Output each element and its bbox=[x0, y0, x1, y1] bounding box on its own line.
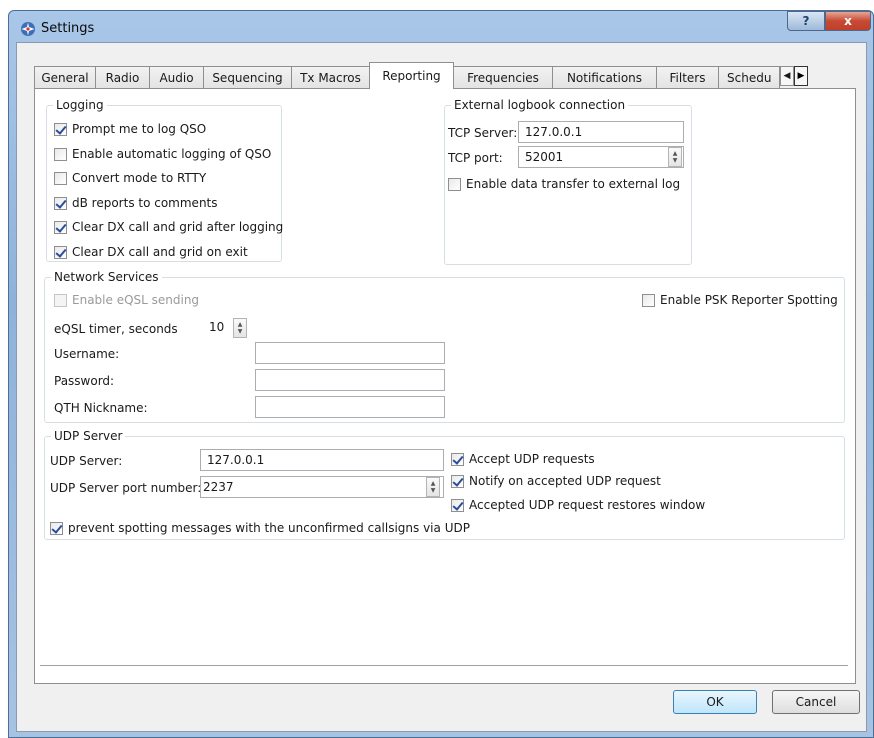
eqsl-sending-checkbox: Enable eQSL sending bbox=[54, 291, 199, 309]
enable-transfer-checkbox[interactable]: Enable data transfer to external log bbox=[448, 175, 680, 193]
help-button[interactable]: ? bbox=[787, 11, 825, 31]
tab-notifications[interactable]: Notifications bbox=[552, 66, 657, 88]
settings-gear-icon bbox=[21, 22, 35, 36]
checkbox-box[interactable] bbox=[54, 245, 67, 259]
eqsl-timer-input[interactable]: 10 bbox=[205, 317, 255, 339]
checkbox-box[interactable] bbox=[54, 122, 67, 136]
arrow-down-icon[interactable]: ▼ bbox=[431, 487, 436, 494]
udp-server-input[interactable]: 127.0.0.1 bbox=[200, 449, 444, 471]
close-button[interactable]: x bbox=[825, 11, 871, 31]
window-title: Settings bbox=[41, 21, 95, 36]
tab-radio[interactable]: Radio bbox=[95, 66, 150, 88]
checkbox-label: Convert mode to RTTY bbox=[72, 171, 207, 185]
checkbox-box[interactable] bbox=[451, 498, 464, 512]
tab-audio[interactable]: Audio bbox=[149, 66, 204, 88]
checkbox-label: Accepted UDP request restores window bbox=[469, 498, 706, 512]
tab-tx-macros[interactable]: Tx Macros bbox=[291, 66, 370, 88]
restore-window-checkbox[interactable]: Accepted UDP request restores window bbox=[451, 496, 705, 514]
checkbox-label: Accept UDP requests bbox=[469, 452, 595, 466]
help-icon: ? bbox=[802, 14, 810, 28]
udp-port-label: UDP Server port number: bbox=[50, 481, 202, 495]
db-reports-checkbox[interactable]: dB reports to comments bbox=[54, 194, 218, 212]
arrow-down-icon[interactable]: ▼ bbox=[673, 157, 678, 164]
tcp-port-spinner[interactable]: ▲ ▼ bbox=[668, 147, 682, 167]
checkbox-label: Clear DX call and grid after logging bbox=[72, 220, 284, 234]
tab-sequencing[interactable]: Sequencing bbox=[203, 66, 292, 88]
qth-nickname-input[interactable] bbox=[255, 396, 445, 418]
arrow-up-icon[interactable]: ▲ bbox=[673, 150, 678, 157]
checkbox-label: Notify on accepted UDP request bbox=[469, 474, 661, 488]
title-bar[interactable]: Settings ? x bbox=[9, 11, 873, 45]
prevent-spotting-checkbox[interactable]: prevent spotting messages with the uncon… bbox=[50, 519, 470, 537]
checkbox-label: Enable data transfer to external log bbox=[466, 177, 681, 191]
checkbox-label: Enable PSK Reporter Spotting bbox=[660, 293, 838, 307]
tcp-port-input[interactable]: 52001 bbox=[518, 146, 684, 168]
logging-group-title: Logging bbox=[53, 97, 107, 113]
udp-server-title: UDP Server bbox=[51, 428, 126, 444]
ok-button[interactable]: OK bbox=[673, 690, 757, 714]
checkbox-box[interactable] bbox=[54, 196, 67, 210]
checkbox-label: prevent spotting messages with the uncon… bbox=[68, 521, 470, 535]
accept-udp-checkbox[interactable]: Accept UDP requests bbox=[451, 450, 595, 468]
password-input[interactable] bbox=[255, 369, 445, 391]
tab-scroll-right-icon[interactable]: ▶ bbox=[794, 66, 808, 86]
external-logbook-title: External logbook connection bbox=[451, 97, 629, 113]
checkbox-box bbox=[54, 293, 67, 307]
arrow-up-icon[interactable]: ▲ bbox=[431, 480, 436, 487]
password-label: Password: bbox=[54, 374, 115, 388]
checkbox-box[interactable] bbox=[50, 521, 63, 535]
checkbox-box[interactable] bbox=[451, 452, 464, 466]
eqsl-timer-label: eQSL timer, seconds bbox=[54, 322, 178, 336]
clear-after-logging-checkbox[interactable]: Clear DX call and grid after logging bbox=[54, 218, 283, 236]
checkbox-label: Enable eQSL sending bbox=[72, 293, 200, 307]
network-services-title: Network Services bbox=[51, 269, 162, 285]
close-icon: x bbox=[844, 14, 852, 28]
prompt-log-checkbox[interactable]: Prompt me to log QSO bbox=[54, 120, 206, 138]
checkbox-label: Prompt me to log QSO bbox=[72, 122, 207, 136]
tab-frequencies[interactable]: Frequencies bbox=[453, 66, 553, 88]
checkbox-box[interactable] bbox=[54, 220, 67, 234]
udp-port-input[interactable]: 2237 bbox=[200, 476, 444, 498]
checkbox-box[interactable] bbox=[448, 177, 461, 191]
checkbox-box[interactable] bbox=[54, 171, 67, 185]
eqsl-timer-spinner[interactable]: ▲ ▼ bbox=[233, 318, 247, 338]
cancel-button[interactable]: Cancel bbox=[772, 690, 860, 714]
tcp-server-label: TCP Server: bbox=[448, 126, 518, 140]
auto-log-checkbox[interactable]: Enable automatic logging of QSO bbox=[54, 145, 271, 163]
psk-reporter-checkbox[interactable]: Enable PSK Reporter Spotting bbox=[642, 291, 838, 309]
tab-schedule[interactable]: Schedu bbox=[718, 66, 780, 88]
qth-nickname-label: QTH Nickname: bbox=[54, 401, 148, 415]
tab-scroll-left-icon[interactable]: ◀ bbox=[780, 66, 794, 86]
checkbox-label: Clear DX call and grid on exit bbox=[72, 245, 248, 259]
username-label: Username: bbox=[54, 347, 120, 361]
tab-reporting[interactable]: Reporting bbox=[369, 62, 454, 89]
notify-udp-checkbox[interactable]: Notify on accepted UDP request bbox=[451, 472, 661, 490]
checkbox-box[interactable] bbox=[54, 147, 67, 161]
tab-bar: General Radio Audio Sequencing Tx Macros… bbox=[34, 62, 856, 89]
username-input[interactable] bbox=[255, 342, 445, 364]
tab-filters[interactable]: Filters bbox=[656, 66, 719, 88]
checkbox-box[interactable] bbox=[451, 474, 464, 488]
tcp-server-input[interactable]: 127.0.0.1 bbox=[518, 121, 684, 143]
checkbox-label: Enable automatic logging of QSO bbox=[72, 147, 272, 161]
bottom-separator bbox=[40, 665, 848, 666]
tcp-port-label: TCP port: bbox=[448, 151, 503, 165]
clear-on-exit-checkbox[interactable]: Clear DX call and grid on exit bbox=[54, 243, 248, 261]
convert-rtty-checkbox[interactable]: Convert mode to RTTY bbox=[54, 169, 206, 187]
udp-server-label: UDP Server: bbox=[50, 454, 123, 468]
checkbox-box[interactable] bbox=[642, 293, 655, 307]
arrow-up-icon[interactable]: ▲ bbox=[238, 321, 243, 328]
arrow-down-icon[interactable]: ▼ bbox=[238, 328, 243, 335]
checkbox-label: dB reports to comments bbox=[72, 196, 218, 210]
udp-port-spinner[interactable]: ▲ ▼ bbox=[426, 477, 440, 497]
tab-general[interactable]: General bbox=[34, 66, 96, 88]
